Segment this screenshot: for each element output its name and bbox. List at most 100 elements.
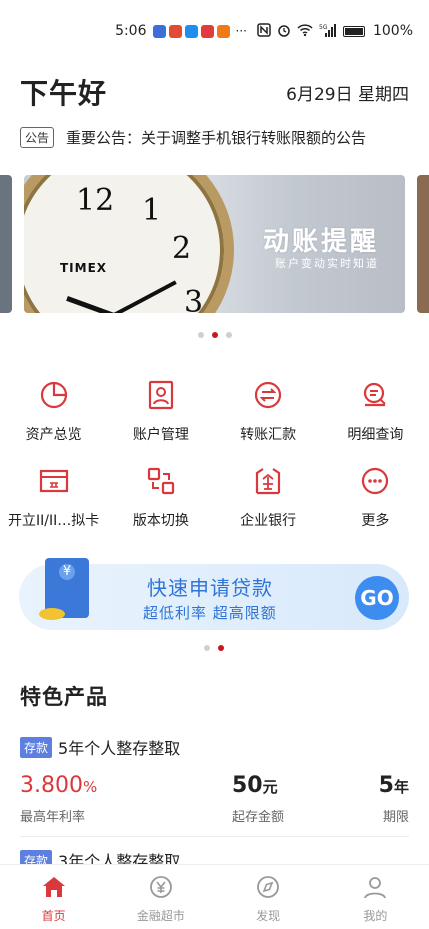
clock-number: 1 xyxy=(142,193,162,228)
notification-app-icon xyxy=(184,24,198,38)
nav-label: 首页 xyxy=(41,909,66,923)
product-card[interactable]: 存款 5年个人整存整取 3.800% 最高年利率 50元 起存金额 5年 期限 xyxy=(20,735,409,825)
action-label: 更多 xyxy=(361,513,390,529)
action-version-switch[interactable]: 版本切换 xyxy=(111,464,211,530)
banner-pagination xyxy=(198,332,232,338)
notification-icons xyxy=(152,24,230,38)
nav-finance-market[interactable]: 金融超市 xyxy=(116,875,206,929)
nav-home[interactable]: 首页 xyxy=(9,875,99,929)
nav-label: 金融超市 xyxy=(136,909,185,923)
pagination-dot[interactable] xyxy=(198,332,204,338)
clock-number: 2 xyxy=(172,231,192,266)
min-amount-label: 起存金额 xyxy=(231,810,284,825)
action-more[interactable]: 更多 xyxy=(325,464,425,530)
announcement-text[interactable]: 重要公告：关于调整手机银行转账限额的公告 xyxy=(66,127,366,148)
quick-actions-row: 资产总览 账户管理 转账汇款 明细查询 xyxy=(0,378,429,444)
nav-label: 发现 xyxy=(256,909,281,923)
action-label: 明细查询 xyxy=(347,427,404,443)
term-unit: 年 xyxy=(393,778,409,796)
alarm-icon xyxy=(277,23,291,40)
nfc-icon xyxy=(257,22,271,40)
user-card-icon xyxy=(144,378,178,412)
action-open-card[interactable]: 开立II/II…拟卡 xyxy=(4,464,104,530)
network-type-label: 5G xyxy=(319,24,328,31)
action-transfer[interactable]: 转账汇款 xyxy=(218,378,318,444)
action-label: 账户管理 xyxy=(132,427,189,443)
rate-value: 3.800% xyxy=(20,773,97,798)
date-text: 6月29日 星期四 xyxy=(286,84,409,105)
switch-icon xyxy=(144,464,178,498)
nav-mine[interactable]: 我的 xyxy=(330,875,420,929)
pagination-dot-active[interactable] xyxy=(212,332,218,338)
loan-promo-banner[interactable]: 快速申请贷款 超低利率 超高限额 GO xyxy=(19,558,409,630)
status-bar: 5:06 ··· 5G 100% xyxy=(0,0,429,62)
rate-unit: % xyxy=(82,778,98,796)
product-name[interactable]: 5年个人整存整取 xyxy=(58,735,180,759)
card-icon xyxy=(37,464,71,498)
product-header: 存款 5年个人整存整取 xyxy=(20,735,409,759)
banner-prev-peek[interactable] xyxy=(0,175,12,313)
wifi-icon xyxy=(297,23,313,40)
action-asset-overview[interactable]: 资产总览 xyxy=(4,378,104,444)
banner-title: 动账提醒 xyxy=(262,227,379,257)
min-amount-unit: 元 xyxy=(262,778,278,796)
more-icon xyxy=(358,464,392,498)
pie-chart-icon xyxy=(37,378,71,412)
greeting-text: 下午好 xyxy=(20,77,108,110)
term-number: 5 xyxy=(378,773,394,798)
system-icons: 5G 100% xyxy=(257,22,413,40)
banner-carousel[interactable]: 12 1 2 3 TIMEX 动账提醒 账户变动实时知道 xyxy=(0,175,429,313)
notification-app-icon xyxy=(152,24,166,38)
pagination-dot-active[interactable] xyxy=(218,645,224,651)
action-account-management[interactable]: 账户管理 xyxy=(111,378,211,444)
stat-term: 5年 期限 xyxy=(379,773,409,825)
go-button[interactable]: GO xyxy=(355,576,399,620)
transfer-icon xyxy=(251,378,285,412)
banner-subtitle: 账户变动实时知道 xyxy=(275,257,379,270)
yen-circle-icon xyxy=(148,875,174,903)
battery-percentage: 100% xyxy=(372,23,413,39)
nav-discover[interactable]: 发现 xyxy=(223,875,313,929)
min-amount-value: 50元 xyxy=(232,773,278,798)
product-tag: 存款 xyxy=(20,736,53,758)
loan-pagination xyxy=(204,645,224,651)
action-label: 开立II/II…拟卡 xyxy=(8,513,100,529)
clock-hand xyxy=(66,296,115,313)
signal-icon: 5G xyxy=(319,23,337,40)
clock-image: 12 1 2 3 TIMEX xyxy=(24,175,234,313)
product-stats: 3.800% 最高年利率 50元 起存金额 5年 期限 xyxy=(20,773,409,825)
divider xyxy=(20,836,409,837)
banner-next-peek[interactable] xyxy=(417,175,429,313)
min-amount-number: 50 xyxy=(231,773,263,798)
rate-label: 最高年利率 xyxy=(20,810,86,825)
action-label: 资产总览 xyxy=(25,427,82,443)
coin-icon xyxy=(39,608,65,620)
pagination-dot[interactable] xyxy=(204,645,210,651)
banner-slide[interactable]: 12 1 2 3 TIMEX 动账提醒 账户变动实时知道 xyxy=(24,175,405,313)
pagination-dot[interactable] xyxy=(226,332,232,338)
term-label: 期限 xyxy=(382,810,409,825)
search-list-icon xyxy=(358,378,392,412)
nav-label: 我的 xyxy=(363,909,388,923)
loan-title: 快速申请贷款 xyxy=(147,576,273,600)
stat-rate: 3.800% 最高年利率 xyxy=(20,773,97,825)
action-label: 企业银行 xyxy=(240,513,297,529)
quick-actions-row: 开立II/II…拟卡 版本切换 企业银行 更多 xyxy=(0,464,429,530)
announcement-bar[interactable]: 公告 重要公告：关于调整手机银行转账限额的公告 xyxy=(20,127,409,148)
action-enterprise-bank[interactable]: 企业银行 xyxy=(218,464,318,530)
term-value: 5年 xyxy=(379,773,409,798)
bottom-navigation: 首页 金融超市 发现 我的 xyxy=(0,864,429,929)
notification-app-icon xyxy=(216,24,230,38)
rate-number: 3.800 xyxy=(20,773,83,798)
clock-number: 12 xyxy=(76,183,115,218)
enterprise-icon xyxy=(251,464,285,498)
action-label: 版本切换 xyxy=(132,513,189,529)
action-details-query[interactable]: 明细查询 xyxy=(325,378,425,444)
loan-subtitle: 超低利率 超高限额 xyxy=(143,604,277,622)
quick-actions-grid: 资产总览 账户管理 转账汇款 明细查询 开立II/II…拟卡 版本切换 企业银行… xyxy=(0,378,429,550)
battery-icon xyxy=(342,25,365,37)
clock-hand xyxy=(113,280,177,313)
action-label: 转账汇款 xyxy=(240,427,297,443)
status-time: 5:06 xyxy=(115,23,147,39)
clock-number: 3 xyxy=(184,285,204,313)
